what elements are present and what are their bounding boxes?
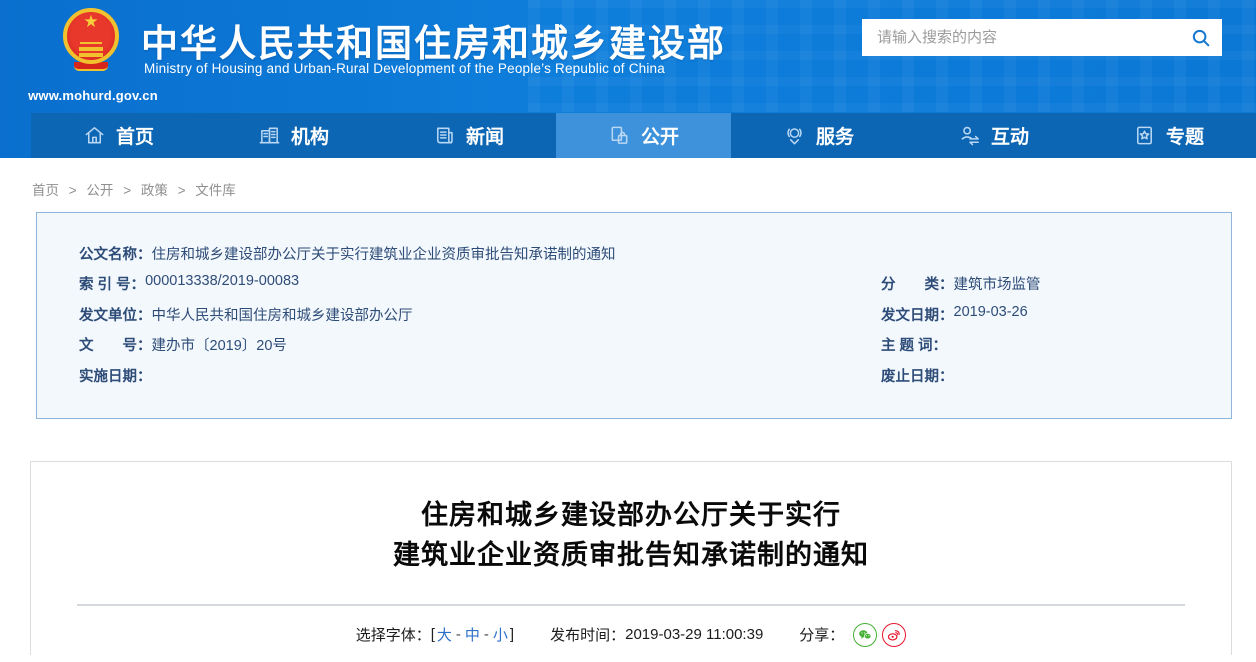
meta-row-index-category: 索 引 号： 000013338/2019-00083 分 类： 建筑市场监管: [79, 269, 1231, 300]
emblem-gate: [79, 47, 103, 51]
font-size-large-link[interactable]: 大: [437, 624, 452, 645]
nav-tab-organization[interactable]: 机构: [206, 113, 381, 158]
share-controls: 分享：: [799, 622, 907, 647]
nav-tab-label: 新闻: [465, 127, 504, 148]
publish-time-label: 发布时间：: [550, 627, 626, 644]
building-icon: [259, 127, 280, 144]
wechat-icon: [859, 629, 872, 639]
meta-label: 发文日期：: [881, 307, 954, 324]
meta-label: 发文单位：: [79, 307, 152, 324]
meta-value: 000013338/2019-00083: [145, 273, 300, 290]
document-toolbar: 选择字体： [ 大 - 中 - 小 ] 发布时间： 2019-03-29 11:…: [31, 622, 1231, 647]
emblem-stars: ★: [83, 12, 99, 31]
nav-tab-open-information[interactable]: 公开: [556, 113, 731, 158]
font-select-separator: -: [455, 626, 461, 643]
documents-lock-icon: [611, 126, 628, 144]
service-agent-icon: [787, 128, 802, 145]
font-size-small-link[interactable]: 小: [493, 624, 508, 645]
font-select-bracket-close: ]: [509, 626, 515, 643]
nav-tab-label: 公开: [640, 127, 679, 148]
document-title-line2: 建筑业企业资质审批告知承诺制的通知: [393, 539, 869, 570]
nav-tab-label: 专题: [1165, 127, 1204, 148]
breadcrumb-home[interactable]: 首页: [32, 183, 59, 198]
nav-tab-label: 服务: [815, 127, 854, 148]
nav-tab-news[interactable]: 新闻: [381, 113, 556, 158]
font-select-separator: -: [483, 626, 489, 643]
meta-value: 2019-03-26: [953, 303, 1028, 320]
site-header: ★ www.mohurd.gov.cn 中华人民共和国住房和城乡建设部 Mini…: [0, 0, 1256, 158]
breadcrumb-document-library[interactable]: 文件库: [195, 183, 236, 198]
meta-label: 文 号：: [79, 338, 152, 355]
national-emblem-logo[interactable]: ★: [60, 8, 122, 80]
meta-label: 实施日期：: [79, 368, 152, 385]
nav-tab-label: 互动: [990, 127, 1029, 148]
meta-value: 住房和城乡建设部办公厅关于实行建筑业企业资质审批告知承诺制的通知: [151, 246, 616, 263]
nav-tab-services[interactable]: 服务: [731, 113, 906, 158]
main-navigation: 首页 机构 新闻 公开 服务 互动 专题: [31, 113, 1256, 158]
news-icon: [437, 127, 453, 144]
share-label: 分享：: [799, 627, 845, 644]
emblem-circle: ★: [63, 8, 119, 64]
document-title: 住房和城乡建设部办公厅关于实行 建筑业企业资质审批告知承诺制的通知: [31, 495, 1231, 575]
publish-time-value: 2019-03-29 11:00:39: [625, 626, 764, 643]
nav-tab-label: 机构: [290, 127, 329, 148]
search-box: [862, 19, 1222, 56]
weibo-icon: [888, 629, 901, 641]
meta-label: 主 题 词：: [881, 338, 948, 355]
search-button[interactable]: [1180, 19, 1222, 56]
breadcrumb-separator: >: [177, 183, 186, 198]
site-url: www.mohurd.gov.cn: [28, 88, 158, 103]
meta-label: 分 类：: [881, 277, 954, 294]
meta-value: 中华人民共和国住房和城乡建设部办公厅: [151, 307, 413, 324]
font-size-medium-link[interactable]: 中: [465, 624, 480, 645]
nav-tab-interaction[interactable]: 互动: [906, 113, 1081, 158]
meta-row-effective-repeal: 实施日期： 废止日期：: [79, 360, 1231, 391]
meta-row-issuer-date: 发文单位： 中华人民共和国住房和城乡建设部办公厅 发文日期： 2019-03-2…: [79, 299, 1231, 330]
document-title-line1: 住房和城乡建设部办公厅关于实行: [421, 499, 841, 530]
breadcrumb-open[interactable]: 公开: [86, 183, 113, 198]
star-badge-icon: [1137, 126, 1152, 145]
meta-row-document-name: 公文名称： 住房和城乡建设部办公厅关于实行建筑业企业资质审批告知承诺制的通知: [79, 238, 1231, 269]
site-title: 中华人民共和国住房和城乡建设部: [141, 23, 726, 64]
font-size-selector: 选择字体： [ 大 - 中 - 小 ]: [356, 624, 514, 645]
meta-row-docnumber-keywords: 文 号： 建办市〔2019〕20号 主 题 词：: [79, 330, 1231, 361]
breadcrumb-separator: >: [123, 183, 132, 198]
meta-label: 索 引 号：: [79, 277, 146, 294]
nav-tab-topics[interactable]: 专题: [1081, 113, 1256, 158]
font-select-bracket-open: [: [430, 626, 435, 643]
site-subtitle-english: Ministry of Housing and Urban-Rural Deve…: [144, 61, 665, 76]
document-metadata-box: 公文名称： 住房和城乡建设部办公厅关于实行建筑业企业资质审批告知承诺制的通知 索…: [36, 212, 1232, 419]
person-arrows-icon: [961, 126, 979, 146]
search-input[interactable]: [862, 29, 1180, 46]
meta-value: 建办市〔2019〕20号: [151, 338, 287, 355]
share-wechat-button[interactable]: [853, 622, 878, 647]
breadcrumb-policy[interactable]: 政策: [141, 183, 168, 198]
home-icon: [85, 127, 104, 144]
meta-value: 建筑市场监管: [953, 277, 1041, 294]
publish-time: 发布时间： 2019-03-29 11:00:39: [550, 624, 763, 645]
meta-label: 公文名称：: [79, 246, 152, 263]
font-select-label: 选择字体：: [355, 627, 431, 644]
title-divider: [77, 603, 1185, 606]
meta-label: 废止日期：: [881, 368, 954, 385]
breadcrumb-separator: >: [68, 183, 77, 198]
nav-tab-home[interactable]: 首页: [31, 113, 206, 158]
share-weibo-button[interactable]: [882, 622, 907, 647]
search-icon: [1192, 29, 1210, 46]
document-content-card: 住房和城乡建设部办公厅关于实行 建筑业企业资质审批告知承诺制的通知 选择字体： …: [30, 460, 1232, 655]
nav-tab-label: 首页: [115, 127, 154, 148]
breadcrumb: 首页 > 公开 > 政策 > 文件库: [0, 158, 1256, 199]
